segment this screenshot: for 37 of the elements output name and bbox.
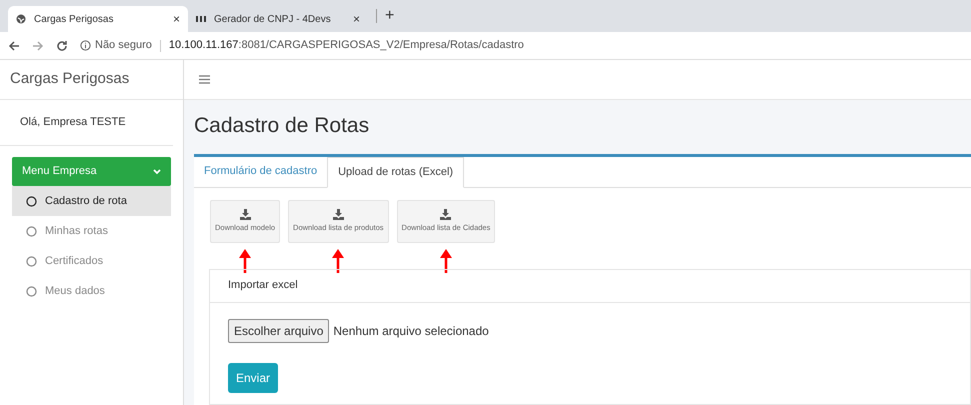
new-tab-button[interactable]: + bbox=[376, 9, 394, 23]
tab-title: Cargas Perigosas bbox=[34, 12, 114, 26]
menu-item[interactable]: Minhas rotas bbox=[12, 216, 171, 246]
brand-title: Cargas Perigosas bbox=[0, 60, 183, 100]
arrow-annotation bbox=[239, 248, 252, 272]
choose-file-button[interactable]: Escolher arquivo bbox=[228, 318, 330, 342]
back-icon[interactable] bbox=[8, 40, 20, 52]
menu-icon[interactable] bbox=[199, 75, 210, 84]
menu-item[interactable]: Meus dados bbox=[12, 276, 171, 306]
circle-icon bbox=[26, 256, 37, 266]
greeting: Olá, Empresa TESTE bbox=[0, 100, 173, 146]
arrow-annotation bbox=[332, 248, 344, 272]
address-url[interactable]: 10.100.11.167:8081/CARGASPERIGOSAS_V2/Empresa/Rotas/cadastro bbox=[168, 37, 524, 54]
menu-item[interactable]: Cadastro de rota bbox=[12, 186, 171, 216]
menu-item[interactable]: Certificados bbox=[12, 246, 171, 276]
download-icon bbox=[440, 208, 452, 220]
card-title: Importar excel bbox=[228, 278, 298, 294]
arrow-annotation bbox=[440, 248, 452, 272]
file-status: Nenhum arquivo selecionado bbox=[333, 322, 489, 340]
download-icon bbox=[332, 208, 344, 220]
site-logo-icon bbox=[196, 16, 206, 22]
info-icon[interactable] bbox=[80, 40, 91, 51]
page-tab[interactable]: Formulário de cadastro bbox=[194, 156, 328, 186]
tab-title: Gerador de CNPJ - 4Devs bbox=[214, 12, 332, 26]
close-tab-button[interactable]: × bbox=[352, 10, 360, 28]
chevron-icon bbox=[153, 168, 161, 174]
close-tab-button[interactable]: × bbox=[172, 10, 180, 28]
circle-icon bbox=[26, 286, 37, 296]
circle-icon bbox=[26, 196, 37, 206]
reload-icon[interactable] bbox=[56, 40, 68, 52]
security-label: Não seguro bbox=[95, 38, 152, 54]
page-title: Cadastro de Rotas bbox=[194, 113, 370, 139]
page-tab[interactable]: Upload de rotas (Excel) bbox=[327, 156, 464, 188]
browser-tab[interactable]: Cargas Perigosas × bbox=[8, 6, 188, 32]
download-icon bbox=[240, 208, 251, 220]
circle-icon bbox=[26, 226, 37, 236]
globe-icon bbox=[16, 14, 26, 24]
